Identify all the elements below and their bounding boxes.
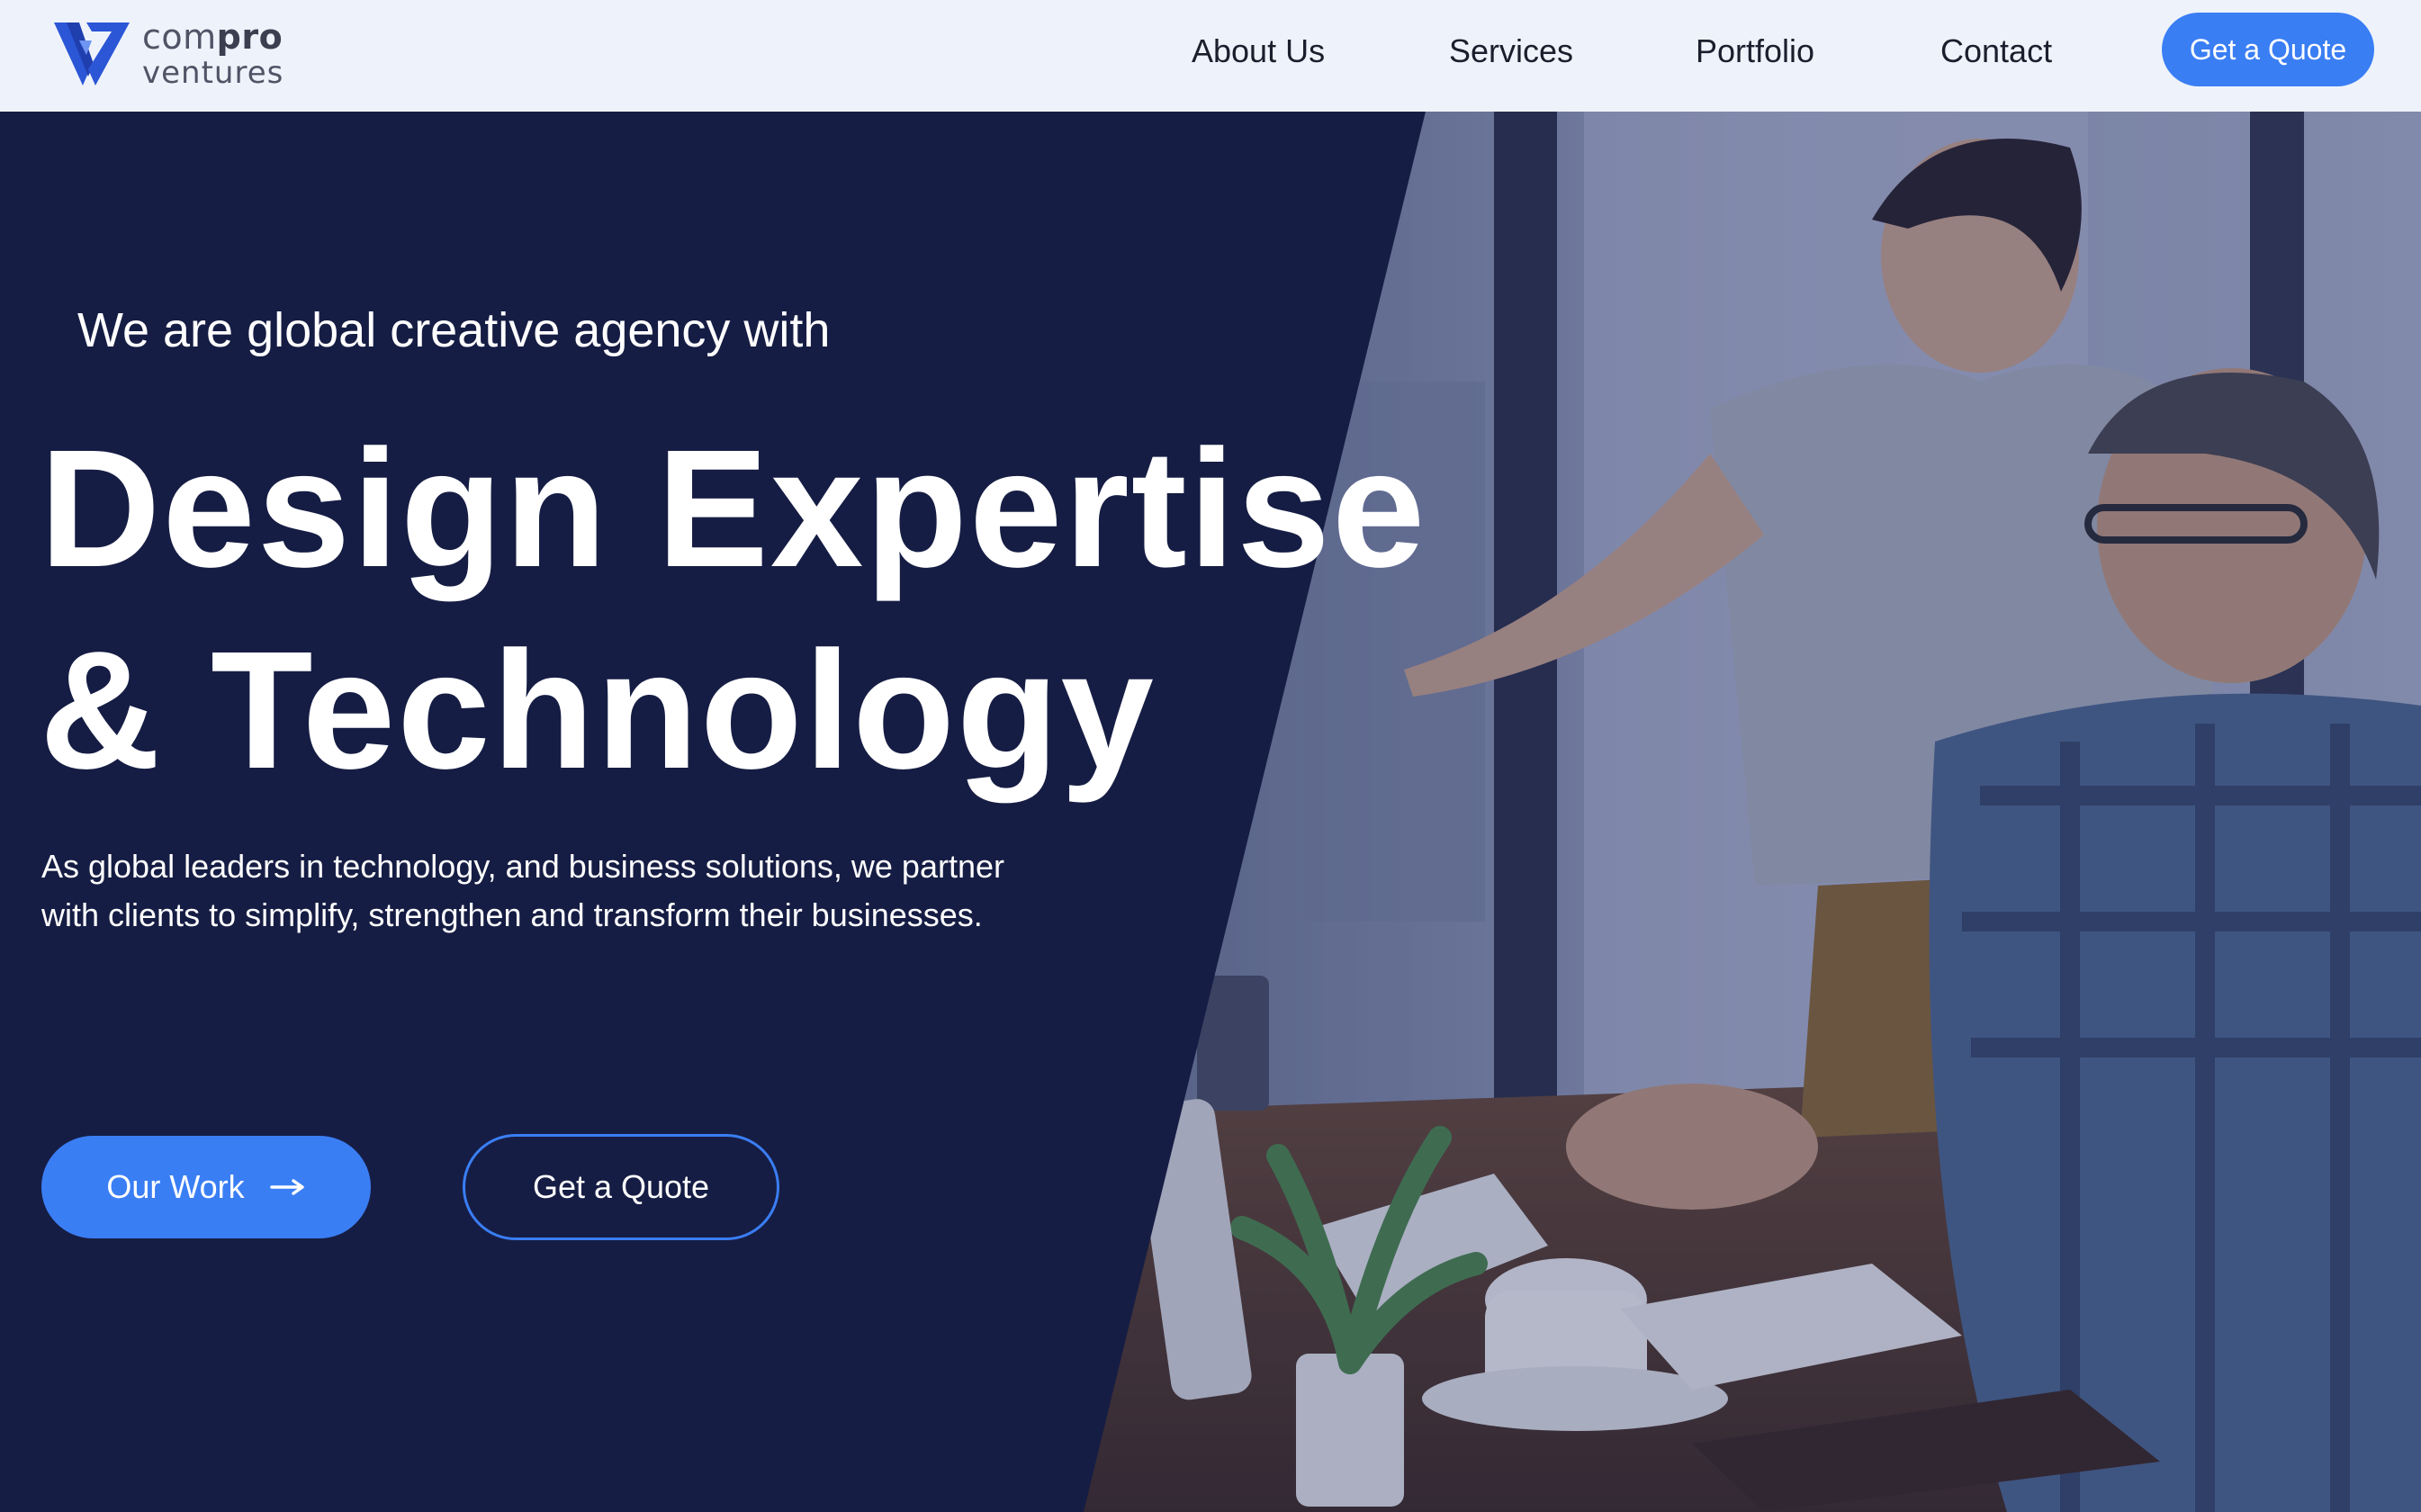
hero-description: As global leaders in technology, and bus… [41, 848, 1004, 933]
header-get-quote-button[interactable]: Get a Quote [2162, 13, 2374, 86]
hero-headline-line1: Design Expertise [40, 416, 1427, 602]
hero-headline: Design Expertise & Technology [40, 409, 1426, 812]
nav-portfolio[interactable]: Portfolio [1696, 32, 1814, 70]
our-work-button[interactable]: Our Work [41, 1136, 371, 1238]
brand-word-light: com [142, 17, 217, 57]
nav-services[interactable]: Services [1449, 32, 1573, 70]
cv-monogram-icon [54, 22, 130, 86]
nav-contact[interactable]: Contact [1940, 32, 2052, 70]
site-header: compro ventures About Us Services Portfo… [0, 0, 2421, 112]
brand-logo[interactable]: compro ventures [52, 16, 284, 92]
nav-about-us[interactable]: About Us [1192, 32, 1325, 70]
hero-headline-line2: & Technology [40, 617, 1156, 804]
hero-section: We are global creative agency with Desig… [0, 112, 1440, 1512]
brand-wordmark: compro ventures [142, 20, 284, 88]
brand-word-bold: pro [216, 17, 284, 57]
hero-get-quote-button[interactable]: Get a Quote [463, 1134, 779, 1240]
brand-word-second: ventures [142, 55, 284, 91]
our-work-label: Our Work [106, 1168, 245, 1205]
arrow-right-icon [269, 1179, 304, 1195]
hero-eyebrow: We are global creative agency with [77, 303, 831, 357]
